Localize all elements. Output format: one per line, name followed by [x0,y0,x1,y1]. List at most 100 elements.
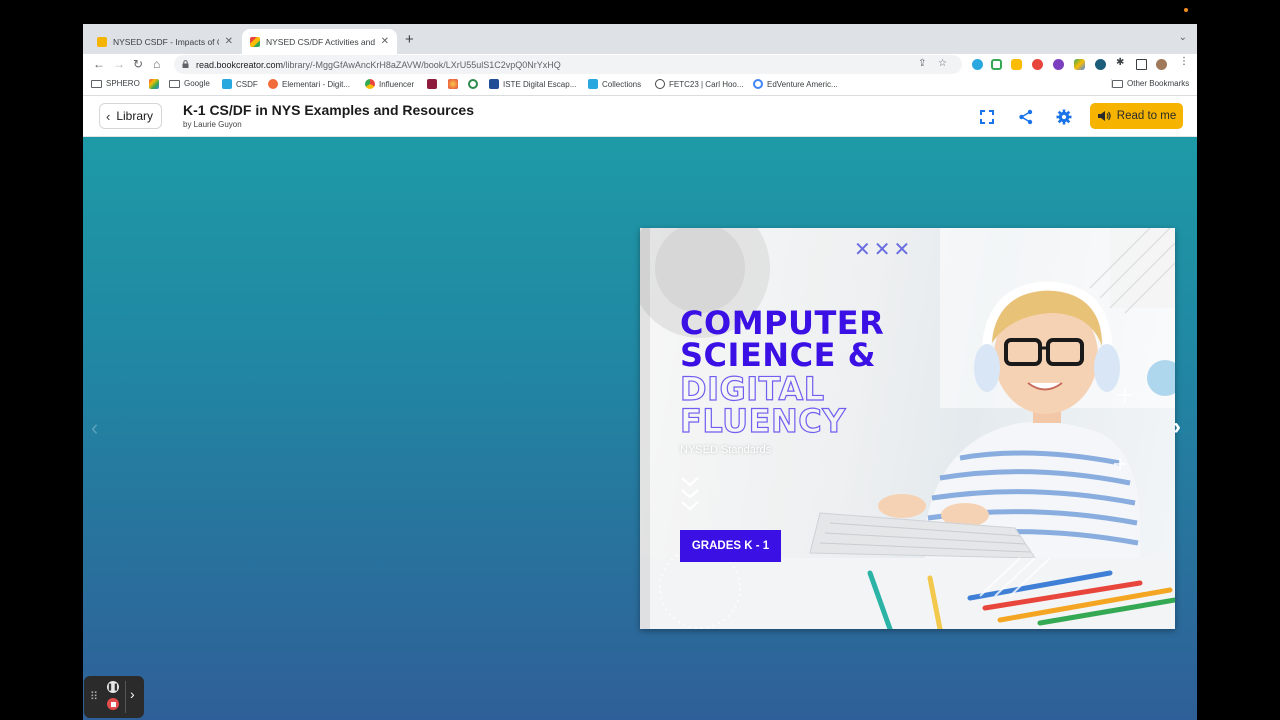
bookmark-swirl[interactable] [468,79,482,89]
slides-icon [97,36,107,47]
url-host: read.bookcreator.com [196,59,284,70]
other-bookmarks-label: Other Bookmarks [1127,79,1190,88]
bookmark-label: CSDF [236,79,258,89]
bookmark-label: EdVenture Americ... [767,79,838,89]
back-arrow-icon[interactable]: ← [93,57,105,71]
other-bookmarks[interactable]: Other Bookmarks [1111,79,1189,88]
next-page-chevron-icon[interactable]: › [1173,413,1181,441]
bookmark-label: SPHERO [106,79,140,88]
tab-title: NYSED CS/DF Activities and Ex [266,36,375,47]
close-icon[interactable]: ✕ [225,36,233,47]
drag-handle-icon[interactable]: ⠿ [90,690,98,703]
read-to-me-button[interactable]: Read to me [1090,103,1183,129]
avatar[interactable] [1156,59,1167,70]
address-bar[interactable]: read.bookcreator.com/library/-MggGfAwAnc… [174,55,962,74]
previous-page-chevron-icon[interactable]: ‹ [91,415,98,441]
reload-icon[interactable]: ↻ [133,57,143,71]
url-path: /library/-MggGfAwAncKrH8aZAVW/book/LXrU5… [283,59,561,70]
extension-icon[interactable] [1095,59,1106,70]
wordpress-icon [655,79,665,89]
close-icon[interactable]: ✕ [381,36,389,47]
bookmark-label: FETC23 | Carl Hoo... [669,79,744,89]
bookmark-google[interactable]: Google [169,79,210,88]
library-button[interactable]: ‹ Library [99,103,163,129]
extension-icon[interactable] [972,59,983,70]
side-panel-icon[interactable] [1136,59,1147,70]
home-icon[interactable]: ⌂ [153,57,160,71]
app-header: ‹ Library K-1 CS/DF in NYS Examples and … [83,96,1197,137]
tab-nysed-csdf-activities[interactable]: NYSED CS/DF Activities and Ex ✕ [242,29,397,54]
book-author: by Laurie Guyon [183,120,242,129]
mw-icon [427,79,437,89]
bookmark-sphero[interactable]: SPHERO [91,79,140,88]
bookcreator-icon [250,36,260,47]
page-title: K-1 CS/DF in NYS Examples and Resources [183,102,474,118]
lock-icon [182,60,189,68]
book-reader: ‹ ✕✕✕ COMPUTER SCIENCE & DIGITAL FLUENCY… [83,137,1197,720]
bookmark-star[interactable] [448,79,462,89]
chevron-right-icon[interactable]: › [130,686,135,702]
bookmark-mw[interactable] [427,79,441,89]
bookmark-label: Elementari - Digit... [282,79,351,89]
divider [125,681,126,713]
bookmark-edventure[interactable]: EdVenture Americ... [753,79,838,89]
bookmark-star-icon[interactable]: ☆ [938,58,947,69]
chevron-left-icon: ‹ [106,108,111,124]
bookmark-label: Google [184,79,210,88]
cover-title-outline-line: FLUENCY [679,401,846,440]
read-to-me-label: Read to me [1116,110,1177,122]
colorful-app-icon [149,79,159,89]
star-icon [448,79,458,89]
tab-strip: NYSED CSDF - Impacts of Com ✕ NYSED CS/D… [83,24,1197,54]
bookmark-label: Collections [602,79,642,89]
extension-icon[interactable] [991,59,1002,70]
tab-title: NYSED CSDF - Impacts of Com [113,36,219,47]
bookmark-csdf[interactable]: CSDF [222,79,258,89]
bookmark-label: ISTE Digital Escap... [503,79,577,89]
grades-badge: GRADES K - 1 [680,530,781,562]
bookmark-elementari[interactable]: Elementari - Digit... [268,79,350,89]
cover-title-line: SCIENCE & [680,336,876,374]
pause-icon[interactable]: ❚❚ [107,681,119,693]
recording-indicator-dot [1184,8,1188,12]
folder-icon [91,79,102,88]
browser-window: NYSED CSDF - Impacts of Com ✕ NYSED CS/D… [83,24,1197,720]
forward-arrow-icon[interactable]: → [113,57,125,71]
stop-icon[interactable] [107,698,119,710]
bookmark-colorful-app[interactable] [149,79,163,89]
bookmark-influencer[interactable]: Influencer [365,79,414,89]
library-label: Library [116,109,154,123]
elementari-icon [268,79,278,89]
extension-icon[interactable] [1032,59,1043,70]
bookmark-label: Influencer [379,79,415,89]
folder-icon [1112,79,1123,88]
new-tab-plus-icon[interactable]: + [405,31,414,48]
folder-icon [169,79,180,88]
share-icon[interactable] [1017,108,1035,126]
k-extension-icon[interactable] [1053,59,1064,70]
book-cover-page: ✕✕✕ COMPUTER SCIENCE & DIGITAL FLUENCY N… [640,228,1175,629]
bookmark-fetc23[interactable]: FETC23 | Carl Hoo... [655,79,744,89]
google-drive-icon[interactable] [1074,59,1085,70]
screen-recorder-widget: ⠿ ❚❚ › [84,676,144,718]
bookmark-collections[interactable]: Collections [588,79,641,89]
bookmark-iste[interactable]: ISTE Digital Escap... [489,79,576,89]
swirl-icon [468,79,478,89]
bookmarks-bar: SPHERO Google CSDF Elementari - Digit...… [83,76,1197,96]
chrome-icon [753,79,763,89]
share-page-icon[interactable]: ⇪ [918,58,926,69]
puzzle-extensions-icon[interactable]: ✱ [1116,57,1124,68]
w-icon [222,79,232,89]
gear-icon[interactable] [1055,108,1073,126]
chevron-down-icon[interactable]: ⌄ [1179,32,1187,43]
extension-icon[interactable] [1011,59,1022,70]
fullscreen-icon[interactable] [978,108,996,126]
w-icon [588,79,598,89]
calendar-icon [489,79,499,89]
tab-nysed-csdf-impacts[interactable]: NYSED CSDF - Impacts of Com ✕ [89,29,241,54]
cover-subtitle: NYSED Standards [680,444,772,456]
menu-kebab-icon[interactable]: ⋮ [1179,56,1189,67]
cover-x-decoration: ✕✕✕ [854,239,914,261]
screen: NYSED CSDF - Impacts of Com ✕ NYSED CS/D… [0,0,1280,720]
speaker-icon [1097,111,1111,121]
